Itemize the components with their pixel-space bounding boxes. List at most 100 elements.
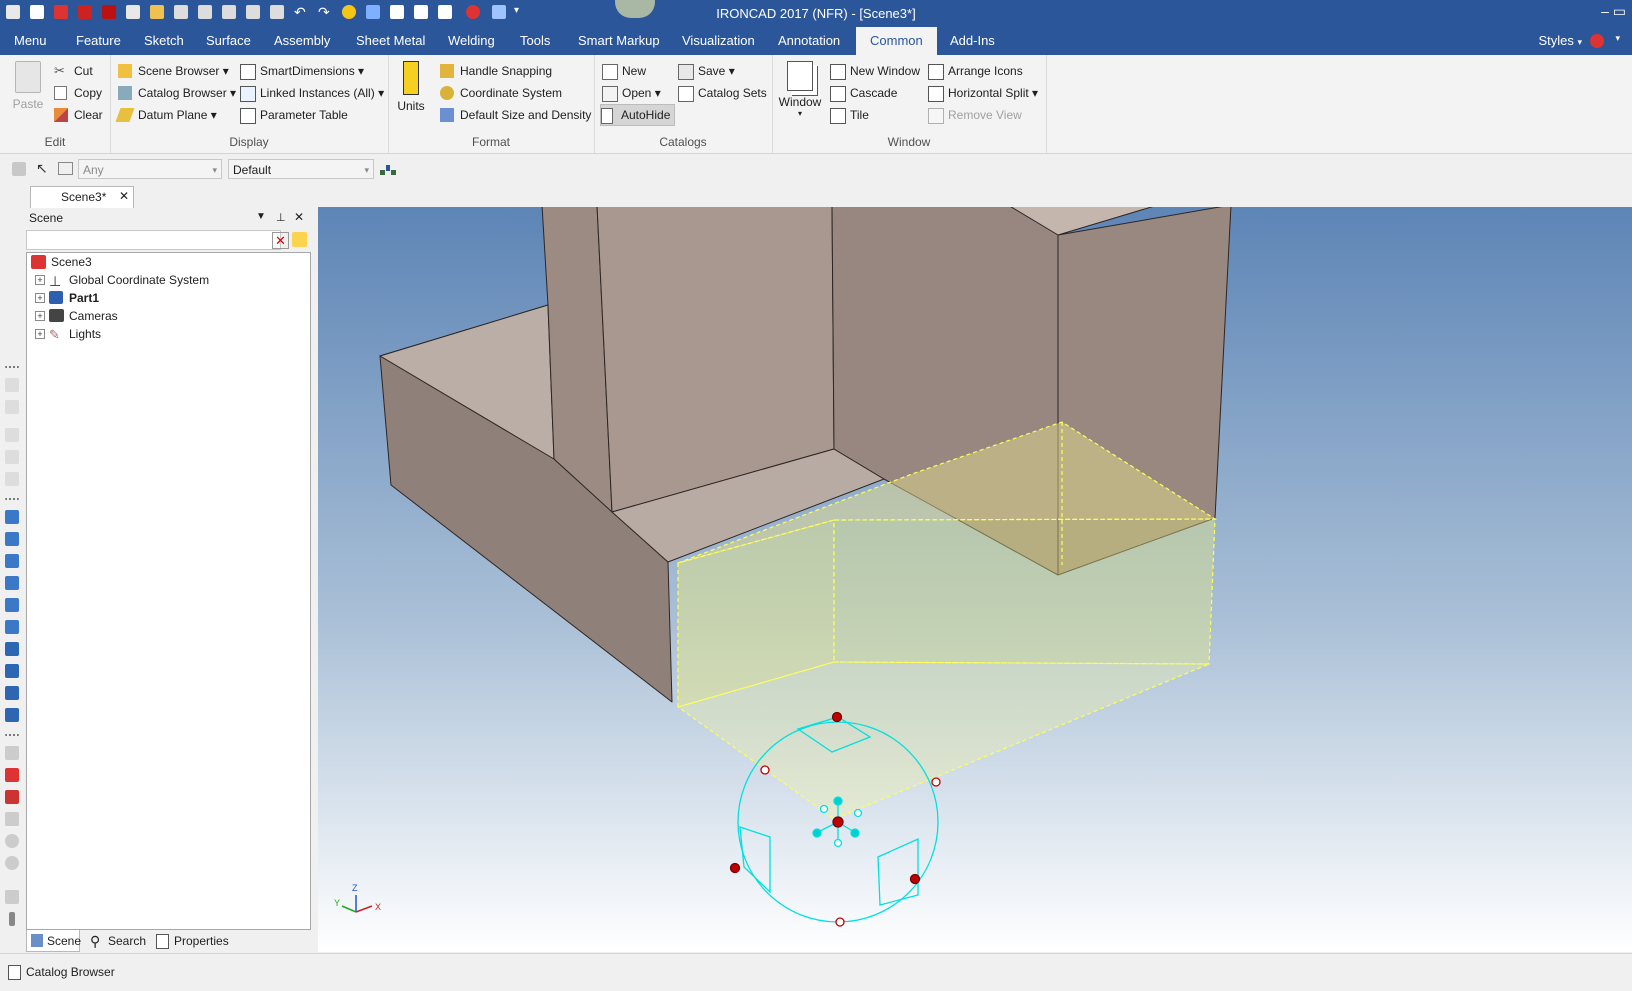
window-controls[interactable]: – ▭ <box>1601 3 1626 20</box>
cut-button[interactable]: ✂ Cut <box>54 61 93 81</box>
section-icon[interactable] <box>5 790 19 804</box>
window-button[interactable]: Window ▾ <box>776 61 824 118</box>
scene-panel-title: Scene <box>29 211 64 225</box>
standard-view-icon[interactable] <box>5 576 19 590</box>
expand-icon[interactable]: + <box>35 275 45 285</box>
document-tab-scene3[interactable]: Scene3* ✕ <box>30 186 134 208</box>
view-tool-icon[interactable] <box>5 472 19 486</box>
new-window-button[interactable]: New Window <box>830 61 920 81</box>
scene-search-input[interactable] <box>26 230 281 250</box>
tree-item-cameras[interactable]: + Cameras <box>35 307 118 325</box>
expand-icon[interactable]: + <box>35 329 45 339</box>
linked-instances-button[interactable]: Linked Instances (All) ▾ <box>240 83 384 103</box>
styles-menu[interactable]: Styles ▾ <box>1538 27 1582 56</box>
tab-sketch[interactable]: Sketch <box>130 27 198 55</box>
no-entry-icon[interactable] <box>5 856 19 870</box>
paste-button[interactable]: Paste <box>10 61 46 111</box>
save-catalog-button[interactable]: Save ▾ <box>678 61 735 81</box>
tree-item-scene3[interactable]: Scene3 <box>31 253 92 271</box>
view-tool-icon[interactable] <box>5 450 19 464</box>
view-tool-icon[interactable] <box>5 428 19 442</box>
expand-icon[interactable]: + <box>35 293 45 303</box>
tab-smart-markup[interactable]: Smart Markup <box>564 27 674 55</box>
expand-icon[interactable]: + <box>35 311 45 321</box>
units-button[interactable]: Units <box>396 61 426 113</box>
tab-feature[interactable]: Feature <box>62 27 135 55</box>
style-combo[interactable]: Default ▾ <box>228 159 374 179</box>
scene-browser-button[interactable]: Scene Browser ▾ <box>118 61 229 81</box>
tab-surface[interactable]: Surface <box>192 27 265 55</box>
view-tool-icon[interactable] <box>5 400 19 414</box>
catalog-browser-status-button[interactable]: Catalog Browser <box>8 962 115 982</box>
chevron-down-icon[interactable]: ▾ <box>1615 33 1620 44</box>
tile-button[interactable]: Tile <box>830 105 869 125</box>
chevron-down-icon[interactable]: ▼ <box>256 211 266 222</box>
part-icon <box>49 291 63 304</box>
angle-icon[interactable] <box>5 812 19 826</box>
tab-annotation[interactable]: Annotation <box>764 27 854 55</box>
panel-tab-search[interactable]: ⚲ Search <box>88 930 146 952</box>
bar-icon[interactable] <box>9 912 15 926</box>
handle-snapping-button[interactable]: Handle Snapping <box>440 61 552 81</box>
render-mode-icon[interactable] <box>5 708 19 722</box>
view-tool-icon[interactable] <box>5 378 19 392</box>
pointer-icon[interactable]: ↖ <box>36 160 48 177</box>
copy-button[interactable]: Copy <box>54 83 102 103</box>
remove-view-button[interactable]: Remove View <box>928 105 1022 125</box>
tab-tools[interactable]: Tools <box>506 27 564 55</box>
tree-item-part1[interactable]: + Part1 <box>35 289 99 307</box>
smart-dimensions-button[interactable]: SmartDimensions ▾ <box>240 61 364 81</box>
triball-handle-open <box>760 765 770 775</box>
3d-viewport[interactable]: Z Y X <box>318 207 1632 952</box>
standard-view-icon[interactable] <box>5 532 19 546</box>
render-mode-icon[interactable] <box>5 642 19 656</box>
open-catalog-button[interactable]: Open ▾ <box>602 83 661 103</box>
coordinate-system-button[interactable]: Coordinate System <box>440 83 562 103</box>
curve-icon[interactable] <box>5 890 19 904</box>
clear-button[interactable]: Clear <box>54 105 103 125</box>
section-icon[interactable] <box>5 768 19 782</box>
datum-plane-button[interactable]: Datum Plane ▾ <box>115 105 217 125</box>
standard-view-icon[interactable] <box>5 554 19 568</box>
tree-item-global-coordinate-system[interactable]: + ⊥ Global Coordinate System <box>35 271 209 289</box>
standard-view-icon[interactable] <box>5 598 19 612</box>
parameter-table-button[interactable]: Parameter Table <box>240 105 348 125</box>
tab-welding[interactable]: Welding <box>434 27 509 55</box>
pin-icon[interactable]: ⊥ <box>276 211 286 224</box>
filter-options-icon[interactable] <box>292 232 307 247</box>
catalog-sets-button[interactable]: Catalog Sets <box>678 83 767 103</box>
tree-item-lights[interactable]: + ✎ Lights <box>35 325 101 343</box>
horizontal-split-button[interactable]: Horizontal Split ▾ <box>928 83 1038 103</box>
render-mode-icon[interactable] <box>5 664 19 678</box>
panel-tab-properties[interactable]: Properties <box>154 930 229 952</box>
tab-visualization[interactable]: Visualization <box>668 27 769 55</box>
selection-filter-combo[interactable]: Any ▾ <box>78 159 222 179</box>
triball-handle-red <box>831 711 843 723</box>
measure-icon[interactable] <box>5 746 19 760</box>
arrange-icons-button[interactable]: Arrange Icons <box>928 61 1023 81</box>
orbit-icon[interactable] <box>5 834 19 848</box>
render-mode-icon[interactable] <box>5 686 19 700</box>
new-catalog-button[interactable]: New <box>602 61 646 81</box>
hierarchy-icon[interactable] <box>380 161 396 175</box>
clear-filter-icon[interactable]: ✕ <box>272 232 289 249</box>
close-icon[interactable]: ✕ <box>294 210 304 224</box>
tab-assembly[interactable]: Assembly <box>260 27 344 55</box>
cascade-button[interactable]: Cascade <box>830 83 897 103</box>
tab-common[interactable]: Common <box>856 27 937 55</box>
tab-menu[interactable]: Menu <box>0 27 61 55</box>
tab-add-ins[interactable]: Add-Ins <box>936 27 1009 55</box>
default-size-density-button[interactable]: Default Size and Density <box>440 105 591 125</box>
catalog-browser-button[interactable]: Catalog Browser ▾ <box>118 83 236 103</box>
autohide-button[interactable]: AutoHide <box>600 104 676 126</box>
select-filter-icon[interactable] <box>12 162 26 176</box>
viewport-canvas[interactable]: Z Y X <box>318 207 1632 952</box>
standard-view-icon[interactable] <box>5 620 19 634</box>
tab-sheet-metal[interactable]: Sheet Metal <box>342 27 439 55</box>
chevron-down-icon: ▾ <box>797 109 802 118</box>
help-icon[interactable] <box>1590 34 1604 48</box>
standard-view-icon[interactable] <box>5 510 19 524</box>
close-icon[interactable]: ✕ <box>119 189 129 203</box>
select-box-icon[interactable] <box>58 162 73 175</box>
panel-tab-scene[interactable]: Scene <box>26 930 81 952</box>
